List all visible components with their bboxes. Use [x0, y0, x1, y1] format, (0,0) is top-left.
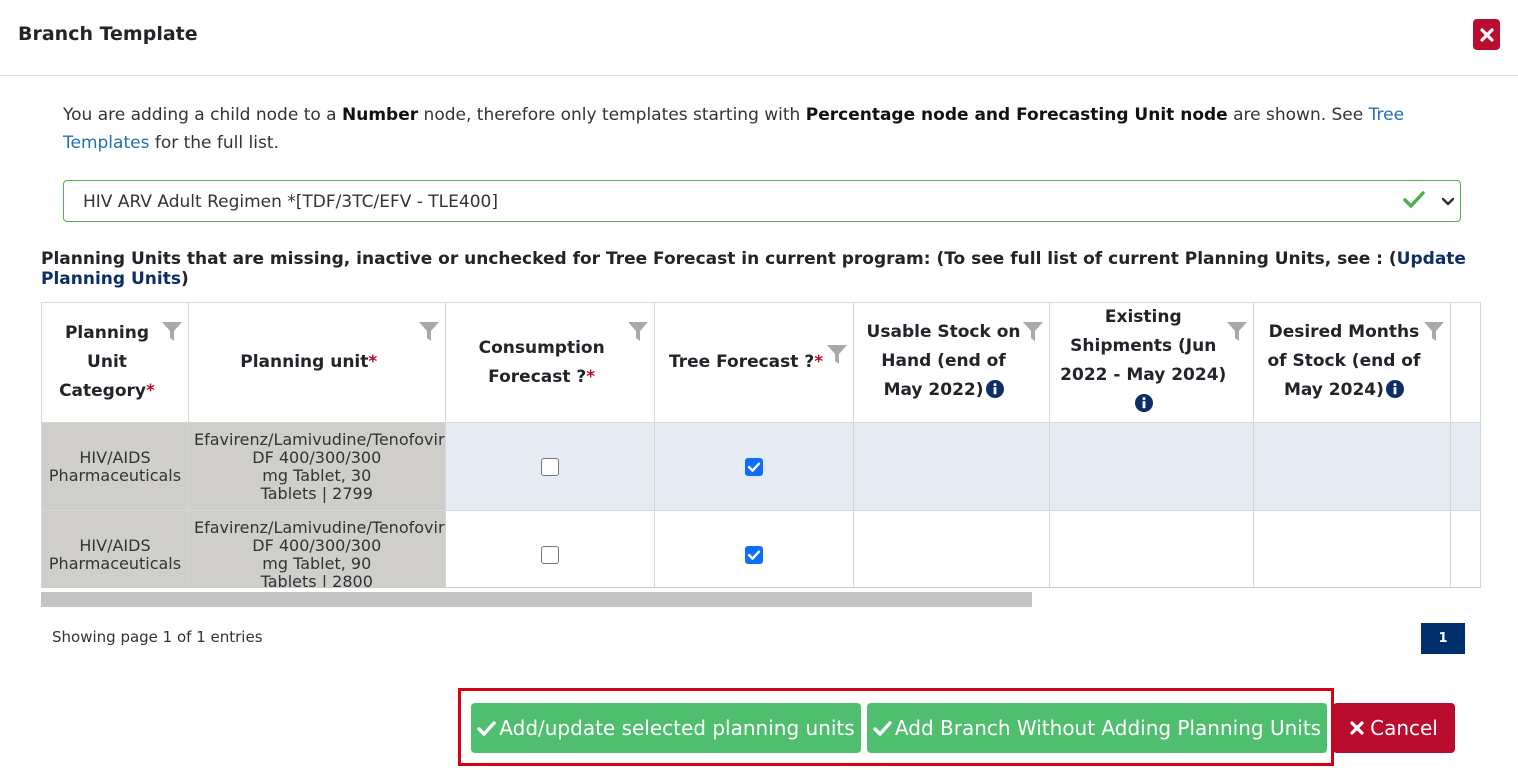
- info-allowed-types: Percentage node and Forecasting Unit nod…: [805, 105, 1228, 125]
- planning-unit-text: DF 400/300/300: [252, 536, 382, 555]
- desired-months-cell[interactable]: [1252, 510, 1452, 587]
- required-marker: *: [586, 366, 596, 387]
- overflow-cell: [1450, 510, 1481, 587]
- column-header-overflow: [1450, 302, 1481, 423]
- planning-unit-text: Tablets | 2800: [260, 572, 373, 588]
- table-header-row: Planning Unit Category* Planning unit* C…: [41, 302, 1481, 423]
- category-cell: HIV/AIDS Pharmaceuticals: [41, 422, 189, 511]
- filter-icon[interactable]: [418, 320, 440, 352]
- page-1-button[interactable]: 1: [1421, 623, 1465, 654]
- info-text: You are adding a child node to a Number …: [63, 101, 1463, 157]
- info-end: for the full list.: [149, 133, 279, 153]
- category-text: HIV/AIDS: [79, 447, 151, 467]
- desired-months-cell[interactable]: [1252, 422, 1452, 511]
- required-marker: *: [146, 381, 155, 401]
- planning-unit-text: DF 400/300/300: [252, 448, 382, 467]
- column-header-planning-unit[interactable]: Planning unit*: [187, 302, 446, 423]
- planning-units-heading: Planning Units that are missing, inactiv…: [41, 249, 1518, 289]
- info-icon[interactable]: [985, 379, 1004, 408]
- planning-unit-text: mg Tablet, 30: [262, 466, 372, 485]
- pagination-summary: Showing page 1 of 1 entries: [52, 628, 263, 646]
- tree-forecast-cell: [653, 422, 855, 511]
- check-icon: [477, 720, 496, 737]
- add-update-planning-units-button[interactable]: Add/update selected planning units: [471, 703, 861, 753]
- planning-units-heading-end: ): [180, 269, 189, 289]
- planning-units-table-wrapper: Planning Unit Category* Planning unit* C…: [41, 302, 1481, 588]
- consumption-forecast-cell: [444, 510, 655, 587]
- filter-icon[interactable]: [1226, 320, 1248, 352]
- planning-unit-text: Tablets | 2799: [260, 484, 373, 503]
- category-text: Pharmaceuticals: [48, 465, 182, 485]
- consumption-forecast-checkbox[interactable]: [540, 458, 559, 477]
- info-icon[interactable]: [1385, 379, 1404, 408]
- filter-icon[interactable]: [1423, 320, 1445, 352]
- cancel-label: Cancel: [1370, 716, 1438, 740]
- category-text: Pharmaceuticals: [48, 553, 182, 573]
- template-select-value: HIV ARV Adult Regimen *[TDF/3TC/EFV - TL…: [83, 192, 498, 212]
- modal-header: Branch Template: [0, 0, 1518, 76]
- info-prefix: You are adding a child node to a: [63, 105, 342, 125]
- consumption-forecast-cell: [444, 422, 655, 511]
- info-node-type: Number: [342, 105, 419, 125]
- add-branch-without-planning-units-label: Add Branch Without Adding Planning Units: [894, 716, 1322, 740]
- add-update-planning-units-label: Add/update selected planning units: [499, 716, 855, 740]
- column-header-consumption-forecast[interactable]: Consumption Forecast ?*: [444, 302, 655, 423]
- check-icon: [873, 720, 892, 737]
- column-header-desired-months[interactable]: Desired Months of Stock (end of May 2024…: [1252, 302, 1452, 423]
- column-header-label: Existing Shipments (Jun 2022 - May 2024): [1060, 307, 1227, 385]
- filter-icon[interactable]: [627, 320, 649, 352]
- existing-shipments-cell[interactable]: [1048, 422, 1254, 511]
- planning-unit-text: Efavirenz/Lamivudine/Tenofovir: [193, 430, 445, 449]
- tree-forecast-checkbox[interactable]: [745, 546, 764, 565]
- overflow-cell: [1450, 422, 1481, 511]
- usable-stock-cell[interactable]: [853, 422, 1050, 511]
- cancel-button[interactable]: Cancel: [1333, 703, 1455, 753]
- column-header-label: Planning Unit Category: [59, 323, 150, 401]
- modal-title: Branch Template: [18, 23, 198, 45]
- required-marker: *: [814, 352, 824, 372]
- planning-unit-text: Efavirenz/Lamivudine/Tenofovir: [193, 518, 445, 537]
- valid-check-icon: [1403, 190, 1425, 214]
- close-icon: [1479, 23, 1494, 47]
- required-marker: *: [368, 352, 378, 372]
- column-header-existing-shipments[interactable]: Existing Shipments (Jun 2022 - May 2024): [1048, 302, 1254, 423]
- category-cell: HIV/AIDS Pharmaceuticals: [41, 510, 189, 587]
- usable-stock-cell[interactable]: [853, 510, 1050, 587]
- column-header-tree-forecast[interactable]: Tree Forecast ?*: [653, 302, 855, 423]
- column-header-label: Planning unit: [240, 352, 369, 372]
- filter-icon[interactable]: [161, 320, 183, 352]
- filter-icon[interactable]: [826, 343, 848, 375]
- filter-icon[interactable]: [1022, 320, 1044, 352]
- column-header-category[interactable]: Planning Unit Category*: [41, 302, 189, 423]
- info-suffix: are shown. See: [1227, 105, 1369, 125]
- chevron-down-icon: [1441, 194, 1455, 213]
- info-icon[interactable]: [1135, 393, 1154, 422]
- planning-unit-cell: Efavirenz/Lamivudine/Tenofovir DF 400/30…: [187, 422, 446, 511]
- horizontal-scrollbar[interactable]: [41, 592, 1032, 607]
- info-middle: node, therefore only templates starting …: [418, 105, 806, 125]
- tree-forecast-cell: [653, 510, 855, 587]
- planning-units-heading-text: Planning Units that are missing, inactiv…: [41, 249, 1397, 269]
- column-header-label: Tree Forecast ?: [669, 352, 815, 372]
- consumption-forecast-checkbox[interactable]: [540, 546, 559, 565]
- table-row: HIV/AIDS Pharmaceuticals Efavirenz/Lamiv…: [41, 510, 1481, 588]
- existing-shipments-cell[interactable]: [1048, 510, 1254, 587]
- close-button[interactable]: [1473, 19, 1500, 50]
- planning-units-table: Planning Unit Category* Planning unit* C…: [41, 302, 1481, 588]
- tree-forecast-checkbox[interactable]: [745, 458, 764, 477]
- planning-unit-cell: Efavirenz/Lamivudine/Tenofovir DF 400/30…: [187, 510, 446, 588]
- add-branch-without-planning-units-button[interactable]: Add Branch Without Adding Planning Units: [867, 703, 1327, 753]
- close-icon: [1350, 721, 1364, 735]
- planning-unit-text: mg Tablet, 90: [262, 554, 372, 573]
- template-select[interactable]: HIV ARV Adult Regimen *[TDF/3TC/EFV - TL…: [63, 180, 1461, 222]
- category-text: HIV/AIDS: [79, 535, 151, 555]
- column-header-usable-stock[interactable]: Usable Stock on Hand (end of May 2022): [853, 302, 1050, 423]
- table-row: HIV/AIDS Pharmaceuticals Efavirenz/Lamiv…: [41, 422, 1481, 511]
